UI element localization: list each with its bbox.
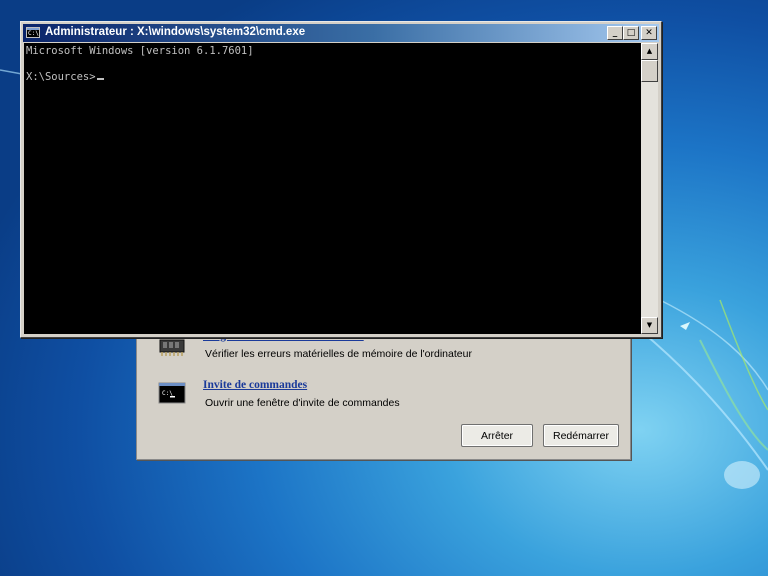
restart-button[interactable]: Redémarrer (543, 424, 619, 447)
minimize-button[interactable]: _ (607, 26, 623, 40)
text-cursor (96, 78, 104, 80)
scroll-down-arrow-icon[interactable]: ▼ (641, 317, 658, 334)
console-prompt: X:\Sources> (26, 71, 96, 83)
svg-text:C:\: C:\ (162, 390, 173, 397)
close-button[interactable]: ✕ (641, 26, 657, 40)
cmd-window: C:\ Administrateur : X:\windows\system32… (20, 21, 662, 338)
command-prompt-link[interactable]: Invite de commandes (203, 379, 307, 391)
memory-diagnostic-description: Vérifier les erreurs matérielles de mémo… (205, 348, 472, 360)
window-title: Administrateur : X:\windows\system32\cmd… (45, 26, 306, 38)
scrollbar-thumb[interactable] (641, 60, 658, 82)
command-prompt-description: Ouvrir une fenêtre d'invite de commandes (205, 397, 400, 409)
command-prompt-icon: C:\ (158, 382, 186, 404)
cmd-icon: C:\ (26, 27, 40, 38)
window-title-bar[interactable]: C:\ Administrateur : X:\windows\system32… (23, 24, 659, 42)
command-prompt-option[interactable]: C:\ Invite de commandes Ouvrir une fenêt… (157, 379, 617, 415)
console-line-version: Microsoft Windows [version 6.1.7601] (26, 45, 254, 57)
shutdown-button[interactable]: Arrêter (461, 424, 533, 447)
maximize-button[interactable]: □ (623, 26, 639, 40)
vertical-scrollbar[interactable]: ▲ ▼ (641, 43, 658, 334)
recovery-options-dialog: Diagnostic de mémoire Windows Vérifier l… (136, 330, 631, 460)
scroll-up-arrow-icon[interactable]: ▲ (641, 43, 658, 60)
console-prompt-line: X:\Sources> (26, 71, 641, 84)
console-output[interactable]: Microsoft Windows [version 6.1.7601] X:\… (24, 43, 641, 334)
